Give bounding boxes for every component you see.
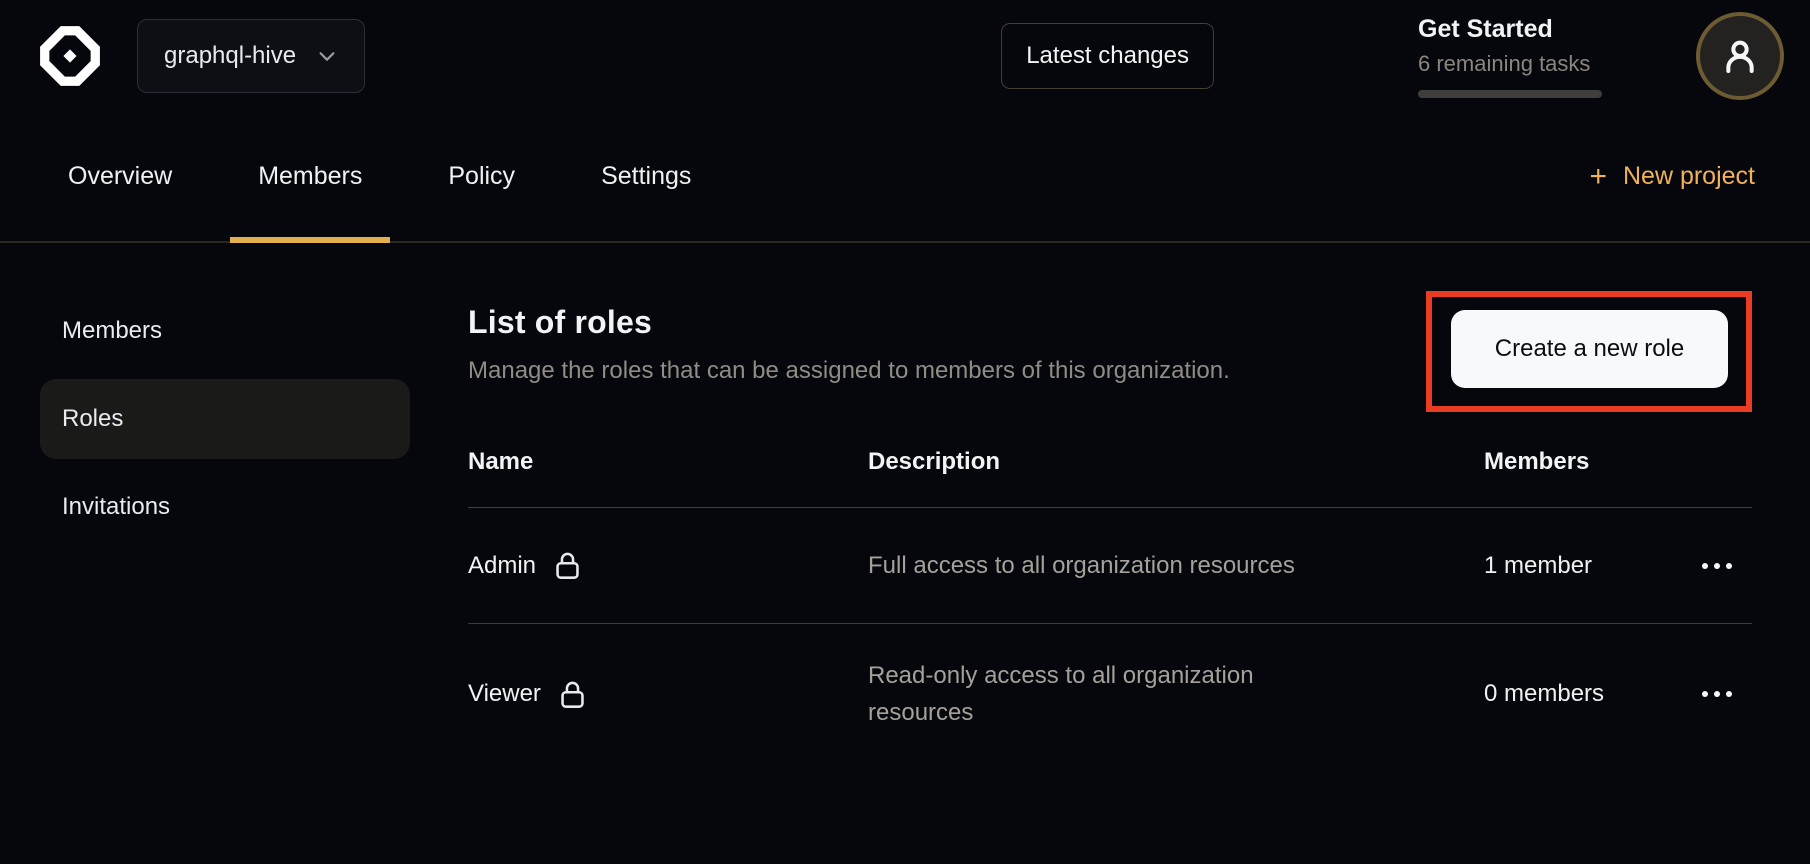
role-name: Admin <box>468 552 536 580</box>
column-header-description: Description <box>868 448 1484 476</box>
tab-policy[interactable]: Policy <box>420 112 543 241</box>
person-icon <box>1720 36 1760 76</box>
tab-settings[interactable]: Settings <box>573 112 719 241</box>
tab-members[interactable]: Members <box>230 112 390 241</box>
lock-icon <box>554 550 581 581</box>
top-bar: graphql-hive Latest changes Get Started … <box>0 0 1810 112</box>
hive-logo-icon <box>37 23 103 89</box>
app-root: graphql-hive Latest changes Get Started … <box>0 0 1810 864</box>
role-name-cell: Admin <box>468 550 868 581</box>
new-project-button[interactable]: + New project <box>1589 112 1755 241</box>
plus-icon: + <box>1589 162 1607 192</box>
org-selector[interactable]: graphql-hive <box>137 19 365 93</box>
table-row-viewer: Viewer Read-only access to all organizat… <box>468 624 1752 764</box>
get-started-progressbar <box>1418 90 1602 98</box>
content-area: Members Roles Invitations List of roles … <box>0 243 1810 764</box>
get-started-subtitle: 6 remaining tasks <box>1418 51 1602 77</box>
get-started-title: Get Started <box>1418 15 1602 44</box>
sidebar-item-members[interactable]: Members <box>40 291 410 371</box>
roles-table: Name Description Members Admin Full acce… <box>468 416 1752 764</box>
get-started-widget[interactable]: Get Started 6 remaining tasks <box>1418 15 1602 98</box>
sidebar-item-invitations[interactable]: Invitations <box>40 467 410 547</box>
tab-overview[interactable]: Overview <box>40 112 200 241</box>
tab-bar: Overview Members Policy Settings + New p… <box>0 112 1810 243</box>
column-header-members: Members <box>1484 448 1700 476</box>
ellipsis-icon <box>1702 563 1708 569</box>
roles-heading-block: List of roles Manage the roles that can … <box>468 291 1230 385</box>
latest-changes-button[interactable]: Latest changes <box>1001 23 1214 89</box>
role-name: Viewer <box>468 680 541 708</box>
column-header-name: Name <box>468 448 868 476</box>
role-name-cell: Viewer <box>468 679 868 710</box>
row-menu-button[interactable] <box>1700 557 1752 575</box>
role-description: Read-only access to all organization res… <box>868 657 1348 731</box>
role-members-count: 1 member <box>1484 552 1700 580</box>
chevron-down-icon <box>316 45 338 67</box>
sidebar-item-roles[interactable]: Roles <box>40 379 410 459</box>
roles-panel: List of roles Manage the roles that can … <box>420 291 1810 764</box>
ellipsis-icon <box>1702 691 1708 697</box>
org-selector-label: graphql-hive <box>164 42 296 70</box>
sidebar: Members Roles Invitations <box>0 291 420 764</box>
table-row-admin: Admin Full access to all organization re… <box>468 508 1752 624</box>
roles-header-row: List of roles Manage the roles that can … <box>468 291 1752 412</box>
tabs-group: Overview Members Policy Settings <box>40 112 719 241</box>
new-project-label: New project <box>1623 162 1755 191</box>
create-new-role-button[interactable]: Create a new role <box>1451 310 1728 388</box>
row-menu-button[interactable] <box>1700 685 1752 703</box>
table-header-row: Name Description Members <box>468 416 1752 508</box>
role-members-count: 0 members <box>1484 680 1700 708</box>
role-description: Full access to all organization resource… <box>868 547 1348 584</box>
lock-icon <box>559 679 586 710</box>
page-subtitle: Manage the roles that can be assigned to… <box>468 357 1230 385</box>
annotation-highlight-box: Create a new role <box>1426 291 1752 412</box>
page-title: List of roles <box>468 304 1230 341</box>
user-avatar-button[interactable] <box>1696 12 1784 100</box>
